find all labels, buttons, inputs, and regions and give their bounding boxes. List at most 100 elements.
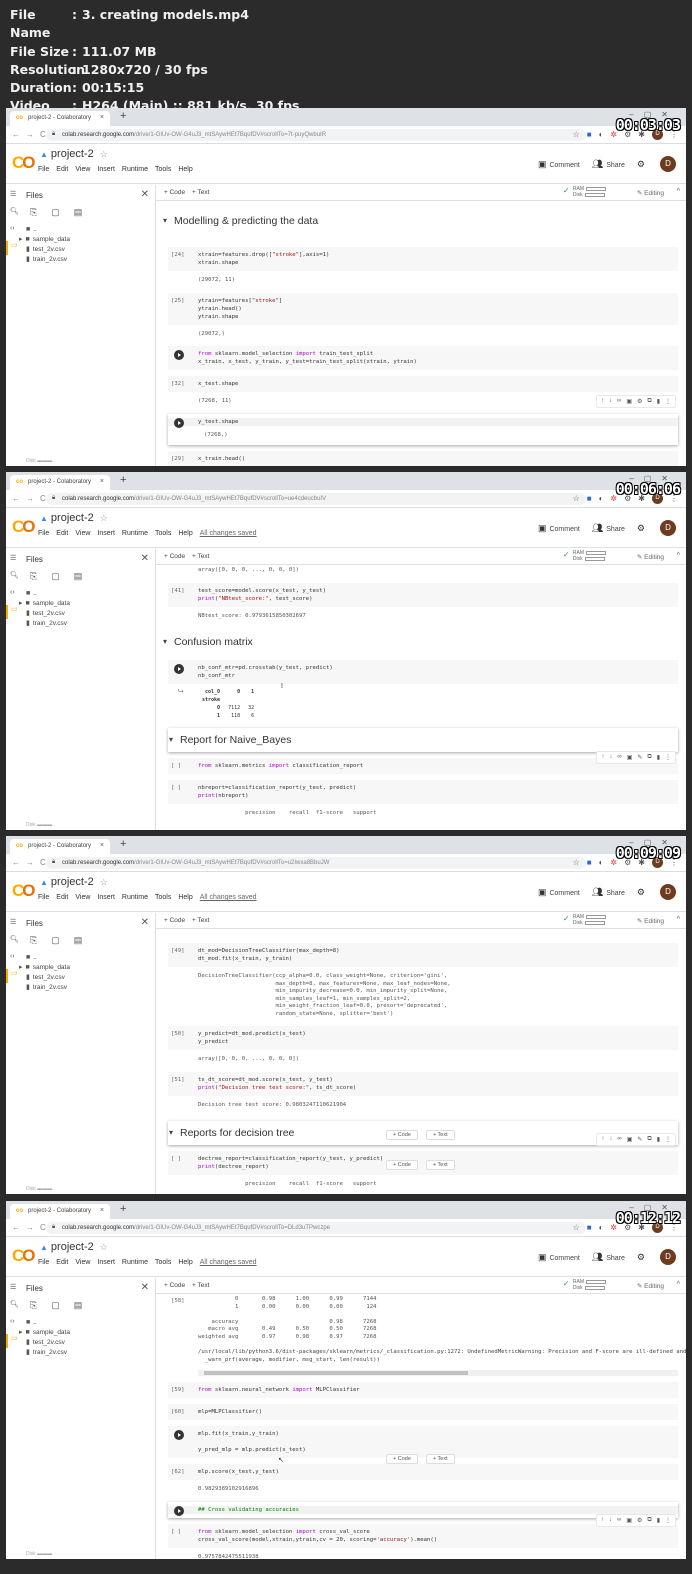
code-editor[interactable]: x_test.shape bbox=[198, 380, 674, 388]
code-cell[interactable]: y_test.shape (7268,) bbox=[168, 413, 678, 445]
editing-mode-button[interactable]: ✎ Editing bbox=[637, 1282, 664, 1290]
delete-icon[interactable]: ▮ bbox=[657, 1136, 660, 1143]
move-up-icon[interactable]: ↑ bbox=[601, 1517, 604, 1524]
insert-code-button[interactable]: + Code bbox=[386, 1454, 418, 1464]
refresh-folder-icon[interactable]: ▢ bbox=[51, 571, 60, 582]
menu-runtime[interactable]: Runtime bbox=[122, 894, 148, 901]
new-tab-button[interactable]: + bbox=[120, 110, 126, 122]
code-editor[interactable]: nb_conf_mtr=pd.crosstab(y_test, predict)… bbox=[198, 664, 674, 680]
move-up-icon[interactable]: ↑ bbox=[601, 1136, 604, 1143]
file-tree-item[interactable]: ▮ train_2v.csv bbox=[26, 983, 70, 993]
menu-runtime[interactable]: Runtime bbox=[122, 530, 148, 537]
edit-pencil-icon[interactable]: ✎ bbox=[637, 754, 642, 761]
comment-button[interactable]: ▣ Comment bbox=[538, 1252, 580, 1263]
add-text-button[interactable]: + Text bbox=[192, 553, 209, 560]
resource-monitor[interactable]: ✓ RAM Disk bbox=[563, 1279, 606, 1291]
menu-insert[interactable]: Insert bbox=[97, 1259, 115, 1266]
notebook-title[interactable]: ▲ project-2 ☆ bbox=[40, 512, 108, 524]
files-icon[interactable]: ▭ bbox=[6, 1334, 18, 1348]
url-input[interactable]: 🔒︎ colab.research.google.com/drive/1-GIU… bbox=[46, 129, 586, 141]
insert-code-button[interactable]: + Code bbox=[386, 1160, 418, 1170]
menu-file[interactable]: File bbox=[38, 1259, 49, 1266]
settings-gear-icon[interactable]: ⚙ bbox=[637, 887, 645, 898]
close-panel-icon[interactable]: ✕ bbox=[141, 1282, 149, 1293]
expand-icon[interactable]: ▸ bbox=[19, 1329, 23, 1336]
add-text-button[interactable]: + Text bbox=[192, 1282, 209, 1289]
menu-file[interactable]: File bbox=[38, 894, 49, 901]
code-cell[interactable]: [41] test_score=model.score(x_test, y_tes… bbox=[168, 582, 678, 607]
toc-icon[interactable]: ☰ bbox=[10, 554, 16, 562]
url-input[interactable]: 🔒︎ colab.research.google.com/drive/1-GIU… bbox=[46, 1222, 586, 1234]
code-cell[interactable]: [ ] from sklearn.model_selection import c… bbox=[168, 1523, 678, 1548]
file-tree-item[interactable]: ▸ ■ sample_data bbox=[19, 1328, 70, 1338]
code-cell[interactable]: [25] ytrain=features["stroke"] ytrain.head… bbox=[168, 292, 678, 325]
close-panel-icon[interactable]: ✕ bbox=[141, 553, 149, 564]
run-cell-button[interactable] bbox=[174, 1505, 184, 1516]
star-icon[interactable]: ☆ bbox=[100, 149, 108, 159]
code-cell[interactable]: from sklearn.model_selection import trai… bbox=[168, 346, 678, 370]
extension-icon[interactable]: ◐ bbox=[599, 494, 604, 503]
file-tree-item[interactable]: ■.. bbox=[26, 1318, 70, 1328]
code-editor[interactable]: from sklearn.model_selection import trai… bbox=[198, 350, 674, 366]
more-icon[interactable]: ⋮ bbox=[665, 754, 671, 761]
move-down-icon[interactable]: ↓ bbox=[609, 1136, 612, 1143]
upload-file-icon[interactable]: ⎘ bbox=[30, 571, 37, 582]
share-button[interactable]: 👥︎ Share bbox=[592, 159, 625, 170]
delete-icon[interactable]: ▮ bbox=[657, 754, 660, 761]
comment-button[interactable]: ▣ Comment bbox=[538, 887, 580, 898]
close-tab-icon[interactable]: × bbox=[100, 842, 104, 849]
url-input[interactable]: 🔒︎ colab.research.google.com/drive/1-GIU… bbox=[46, 857, 586, 869]
user-avatar[interactable]: D bbox=[660, 156, 676, 172]
move-up-icon[interactable]: ↑ bbox=[601, 398, 604, 405]
code-cell[interactable]: [32] x_test.shape bbox=[168, 376, 678, 392]
settings-gear-icon[interactable]: ⚙ bbox=[637, 1252, 645, 1263]
settings-gear-icon[interactable]: ⚙ bbox=[637, 398, 642, 405]
save-status[interactable]: All changes saved bbox=[200, 1259, 257, 1266]
file-tree-item[interactable]: ▮ test_2v.csv bbox=[26, 973, 70, 983]
mount-drive-icon[interactable]: ▤ bbox=[74, 571, 83, 582]
menu-edit[interactable]: Edit bbox=[56, 530, 68, 537]
menu-file[interactable]: File bbox=[38, 166, 49, 173]
collapse-header-icon[interactable]: ^ bbox=[677, 1281, 680, 1288]
menu-help[interactable]: Help bbox=[178, 894, 192, 901]
extension-icon[interactable]: ◐ bbox=[599, 858, 604, 867]
menu-tools[interactable]: Tools bbox=[155, 1259, 171, 1266]
move-down-icon[interactable]: ↓ bbox=[609, 398, 612, 405]
share-button[interactable]: 👥︎ Share bbox=[592, 523, 625, 534]
mount-drive-icon[interactable]: ▤ bbox=[74, 935, 83, 946]
collapse-header-icon[interactable]: ^ bbox=[677, 188, 680, 195]
file-tree-item[interactable]: ▮ train_2v.csv bbox=[26, 1348, 70, 1358]
files-icon[interactable]: ▭ bbox=[6, 241, 18, 255]
file-tree-item[interactable]: ■.. bbox=[26, 589, 70, 599]
run-cell-button[interactable] bbox=[174, 1430, 184, 1440]
expand-icon[interactable]: ▸ bbox=[19, 600, 23, 607]
code-snippets-icon[interactable]: ‹› bbox=[10, 225, 15, 232]
menu-view[interactable]: View bbox=[75, 166, 90, 173]
move-up-icon[interactable]: ↑ bbox=[601, 754, 604, 761]
user-avatar[interactable]: D bbox=[660, 1249, 676, 1265]
share-button[interactable]: 👥︎ Share bbox=[592, 887, 625, 898]
colab-logo[interactable]: CO bbox=[12, 1246, 36, 1266]
run-cell-button[interactable] bbox=[174, 350, 184, 360]
code-editor[interactable]: ## Cross validating accuracies bbox=[168, 1505, 678, 1514]
colab-logo[interactable]: CO bbox=[12, 153, 36, 173]
add-text-button[interactable]: + Text bbox=[192, 917, 209, 924]
collapse-header-icon[interactable]: ^ bbox=[677, 552, 680, 559]
code-cell[interactable]: [ ] nbreport=classification_report(y_test… bbox=[168, 780, 678, 804]
insert-text-button[interactable]: + Text bbox=[425, 1160, 455, 1170]
share-button[interactable]: 👥︎ Share bbox=[592, 1252, 625, 1263]
comment-button[interactable]: ▣ Comment bbox=[538, 523, 580, 534]
user-avatar[interactable]: D bbox=[660, 884, 676, 900]
menu-tools[interactable]: Tools bbox=[155, 894, 171, 901]
insert-text-button[interactable]: + Text bbox=[425, 1454, 455, 1464]
toc-icon[interactable]: ☰ bbox=[10, 190, 16, 198]
star-icon[interactable]: ☆ bbox=[100, 1242, 108, 1252]
expand-icon[interactable]: ▸ bbox=[19, 964, 23, 971]
add-code-button[interactable]: + Code bbox=[164, 553, 185, 560]
refresh-folder-icon[interactable]: ▢ bbox=[51, 207, 60, 218]
refresh-folder-icon[interactable]: ▢ bbox=[51, 935, 60, 946]
notebook-title[interactable]: ▲ project-2 ☆ bbox=[40, 1241, 108, 1253]
star-icon[interactable]: ☆ bbox=[573, 494, 580, 503]
link-icon[interactable]: ∞ bbox=[617, 754, 621, 761]
code-editor[interactable]: mlp.score(x_test,y_test) bbox=[198, 1468, 674, 1476]
